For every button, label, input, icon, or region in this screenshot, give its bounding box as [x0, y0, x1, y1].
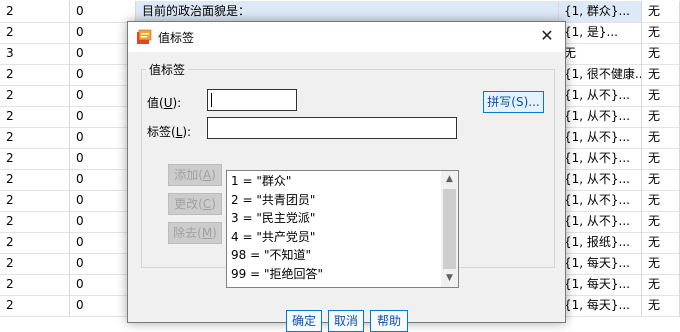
table-cell[interactable]: 2 — [0, 127, 70, 148]
help-button[interactable]: 帮助 — [370, 310, 408, 332]
add-button[interactable]: 添加(A) — [168, 164, 222, 186]
table-cell[interactable]: 2 — [0, 295, 70, 316]
dialog-titlebar[interactable]: 值标签 ✕ — [128, 22, 565, 52]
list-scrollbar[interactable]: ▲ ▼ — [441, 171, 458, 287]
table-cell[interactable]: 2 — [0, 232, 70, 253]
value-input[interactable] — [207, 89, 297, 111]
label-field-label: 标签(L): — [147, 125, 192, 139]
table-cell[interactable]: 无 — [642, 274, 680, 295]
table-cell[interactable]: 2 — [0, 106, 70, 127]
ok-button[interactable]: 确定 — [286, 310, 322, 332]
table-cell[interactable]: {1, 群众}... — [559, 1, 642, 22]
list-item[interactable]: 2 = "共青团员" — [231, 191, 315, 209]
table-cell[interactable]: {1, 每天}... — [559, 295, 642, 316]
table-cell[interactable]: 目前的政治面貌是： — [136, 1, 559, 22]
table-cell[interactable]: 2 — [0, 253, 70, 274]
list-item[interactable]: 98 = "不知道" — [231, 246, 311, 264]
label-input[interactable] — [207, 117, 457, 139]
table-cell[interactable]: 2 — [0, 1, 70, 22]
table-cell[interactable]: {1, 每天}... — [559, 274, 642, 295]
table-cell[interactable]: 2 — [0, 190, 70, 211]
table-cell[interactable]: {1, 很不健康... — [559, 64, 642, 85]
table-cell[interactable]: 无 — [642, 64, 680, 85]
table-cell[interactable]: {1, 从不}... — [559, 106, 642, 127]
table-cell[interactable]: 无 — [642, 1, 680, 22]
table-cell[interactable]: {1, 每天}... — [559, 253, 642, 274]
table-row[interactable]: 2 0 目前的政治面貌是： {1, 群众}... 无 — [0, 1, 680, 23]
scroll-down-icon[interactable]: ▼ — [441, 270, 458, 287]
table-cell[interactable]: {1, 是}... — [559, 22, 642, 43]
scroll-thumb[interactable] — [443, 189, 456, 269]
table-cell[interactable]: 2 — [0, 85, 70, 106]
table-cell[interactable]: 无 — [642, 169, 680, 190]
group-title: 值标签 — [146, 61, 189, 78]
table-cell[interactable]: 无 — [642, 232, 680, 253]
table-cell[interactable]: 无 — [642, 85, 680, 106]
table-cell[interactable]: 0 — [70, 1, 136, 22]
value-field-label: 值(U): — [147, 96, 182, 110]
table-cell[interactable]: 无 — [642, 22, 680, 43]
spelling-button[interactable]: 拼写(S)... — [483, 91, 544, 113]
table-cell[interactable]: {1, 报纸}... — [559, 232, 642, 253]
table-cell[interactable]: {1, 从不}... — [559, 127, 642, 148]
table-cell[interactable]: 无 — [559, 43, 642, 64]
table-cell[interactable]: {1, 从不}... — [559, 148, 642, 169]
table-cell[interactable]: 2 — [0, 148, 70, 169]
table-cell[interactable]: 2 — [0, 64, 70, 85]
table-cell[interactable]: 无 — [642, 106, 680, 127]
value-labels-app-icon — [137, 29, 152, 44]
table-cell[interactable]: 无 — [642, 43, 680, 64]
value-labels-list[interactable]: ▲ ▼ 1 = "群众" 2 = "共青团员" 3 = "民主党派" 4 = "共产党… — [226, 170, 459, 288]
table-cell[interactable]: 2 — [0, 22, 70, 43]
text-caret — [211, 93, 212, 107]
table-cell[interactable]: {1, 从不}... — [559, 190, 642, 211]
table-cell[interactable]: 3 — [0, 43, 70, 64]
list-item[interactable]: 99 = "拒绝回答" — [231, 265, 323, 283]
table-cell[interactable]: 2 — [0, 274, 70, 295]
dialog-body: 值标签 值(U): 拼写(S)... 标签(L): 添加(A) 更改(C) 除去… — [128, 52, 565, 332]
table-cell[interactable]: 无 — [642, 295, 680, 316]
table-cell[interactable]: 2 — [0, 211, 70, 232]
table-cell[interactable]: 无 — [642, 148, 680, 169]
scroll-up-icon[interactable]: ▲ — [441, 171, 458, 188]
table-cell[interactable]: 无 — [642, 127, 680, 148]
close-icon[interactable]: ✕ — [535, 25, 559, 49]
table-cell[interactable]: 无 — [642, 190, 680, 211]
list-item[interactable]: 4 = "共产党员" — [231, 228, 315, 246]
dialog-title: 值标签 — [158, 31, 195, 45]
value-labels-dialog: 值标签 ✕ 值标签 值(U): 拼写(S)... 标签(L): 添加(A) 更改… — [127, 21, 566, 332]
remove-button[interactable]: 除去(M) — [168, 222, 222, 244]
table-cell[interactable]: 2 — [0, 169, 70, 190]
change-button[interactable]: 更改(C) — [168, 193, 222, 215]
cancel-button[interactable]: 取消 — [328, 310, 364, 332]
table-cell[interactable]: {1, 从不}... — [559, 85, 642, 106]
table-cell[interactable]: 无 — [642, 211, 680, 232]
list-item[interactable]: 1 = "群众" — [231, 172, 291, 190]
list-item[interactable]: 3 = "民主党派" — [231, 209, 315, 227]
table-cell[interactable]: 无 — [642, 253, 680, 274]
table-cell[interactable]: {1, 从不}... — [559, 169, 642, 190]
table-cell[interactable]: {1, 从不}... — [559, 211, 642, 232]
